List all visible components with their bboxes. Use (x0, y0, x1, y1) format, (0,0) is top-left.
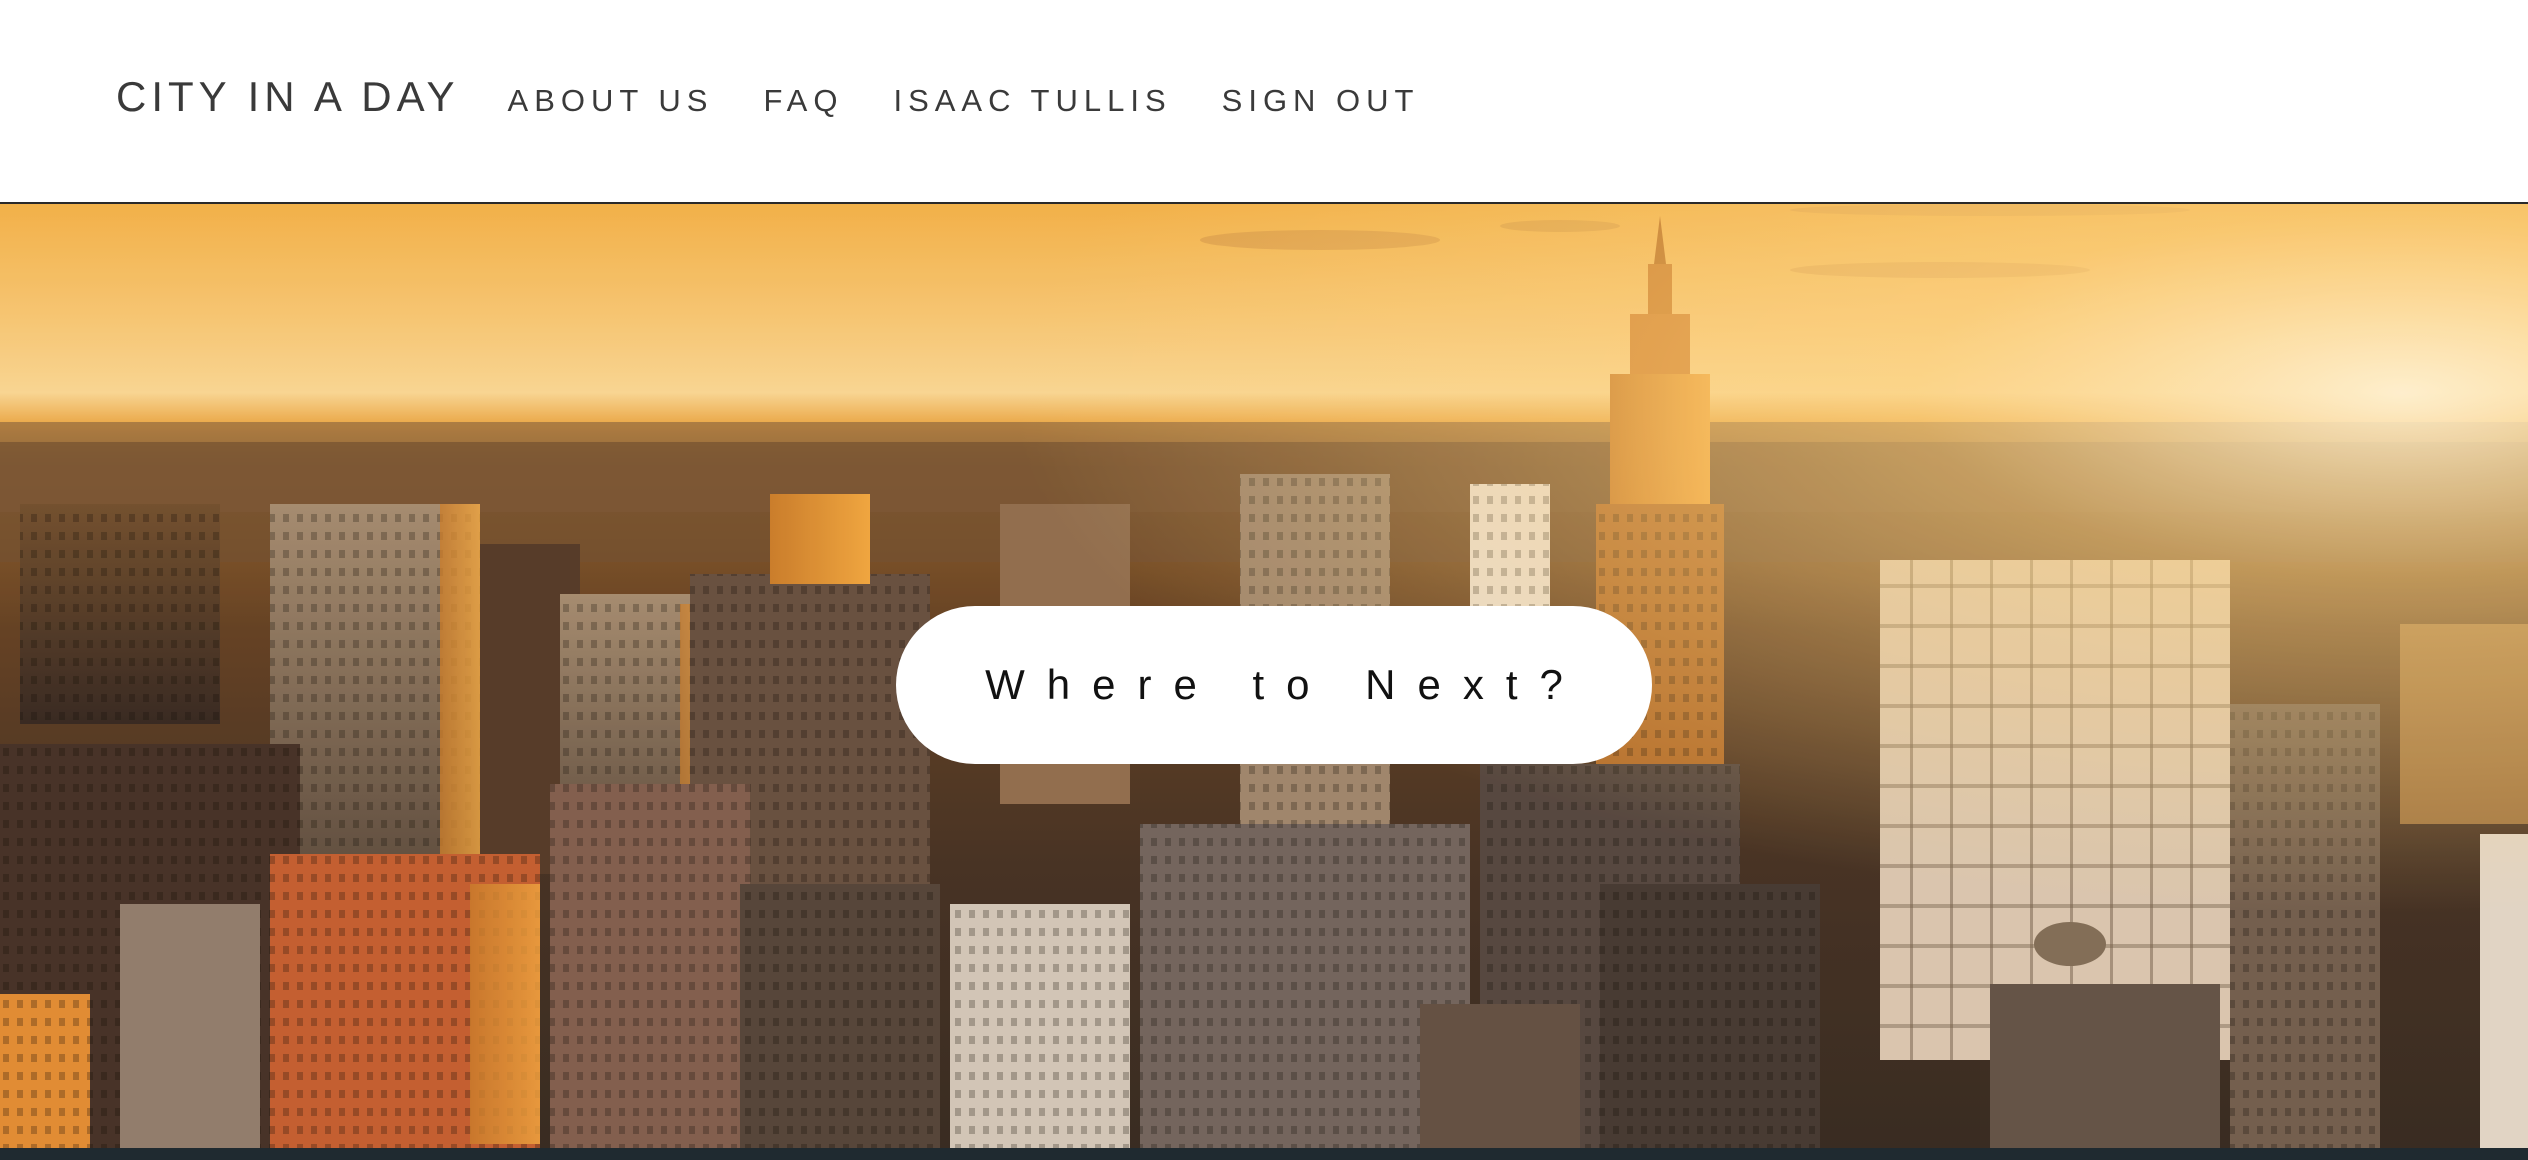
site-header: CITY IN A DAY ABOUT US FAQ ISAAC TULLIS … (0, 0, 2528, 202)
where-to-next-button[interactable]: Where to Next? (896, 606, 1652, 764)
nav-about-us[interactable]: ABOUT US (508, 83, 714, 119)
nav-faq[interactable]: FAQ (763, 83, 843, 119)
brand-logo-link[interactable]: CITY IN A DAY (116, 73, 460, 121)
bottom-divider (0, 1148, 2528, 1160)
main-nav: ABOUT US FAQ ISAAC TULLIS SIGN OUT (508, 83, 1470, 119)
hero-banner: Where to Next? (0, 202, 2528, 1148)
nav-user-profile[interactable]: ISAAC TULLIS (893, 83, 1171, 119)
nav-sign-out[interactable]: SIGN OUT (1222, 83, 1420, 119)
